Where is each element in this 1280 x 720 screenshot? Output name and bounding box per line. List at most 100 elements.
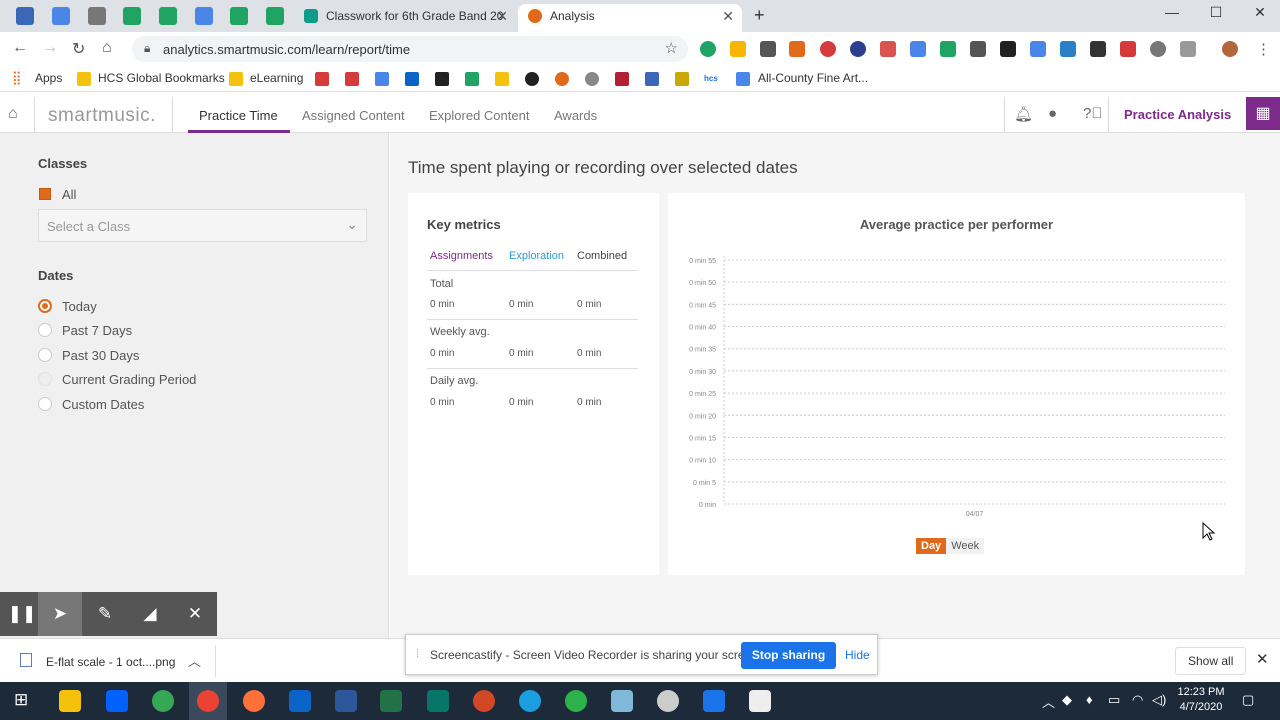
smartmusic-icon[interactable]: [555, 72, 569, 86]
close-window-button[interactable]: ✕: [1242, 4, 1278, 21]
app-icon[interactable]: [525, 72, 539, 86]
drive-icon[interactable]: [465, 72, 479, 86]
gmail-icon[interactable]: [345, 72, 359, 86]
extension-icon[interactable]: [1000, 41, 1016, 57]
sheets-icon[interactable]: [230, 7, 248, 25]
tab-analysis[interactable]: Analysis ✕: [518, 4, 742, 32]
chevron-up-icon[interactable]: ︿: [1042, 692, 1055, 711]
pen-icon[interactable]: ✎: [83, 592, 127, 636]
outlook-icon[interactable]: [405, 72, 419, 86]
firefox-icon[interactable]: [243, 690, 265, 712]
radio-current-grading-period[interactable]: [38, 372, 52, 386]
file-explorer-icon[interactable]: [59, 690, 81, 712]
all-classes-checkbox[interactable]: [39, 188, 51, 200]
gmail-badge-icon[interactable]: [1120, 41, 1136, 57]
calendar-icon[interactable]: [375, 72, 389, 86]
help-icon[interactable]: ?⃝: [1083, 105, 1103, 122]
sheets-icon[interactable]: [123, 7, 141, 25]
back-icon[interactable]: ←: [12, 39, 28, 57]
sheets-icon[interactable]: [159, 7, 177, 25]
drag-handle-icon[interactable]: ⁞: [416, 648, 419, 660]
close-icon[interactable]: ✕: [173, 592, 217, 636]
sheets-icon[interactable]: [266, 7, 284, 25]
star-icon[interactable]: ☆: [665, 39, 678, 57]
tab-awards[interactable]: Awards: [554, 108, 597, 123]
extension-icon[interactable]: [820, 41, 836, 57]
column-exploration[interactable]: Exploration: [509, 250, 564, 262]
chrome-icon[interactable]: [152, 690, 174, 712]
tab-assigned-content[interactable]: Assigned Content: [302, 108, 405, 123]
stop-sharing-button[interactable]: Stop sharing: [741, 642, 836, 669]
extensions-puzzle-icon[interactable]: [1180, 41, 1196, 57]
practice-analysis-label[interactable]: Practice Analysis: [1124, 107, 1231, 122]
toggle-day[interactable]: Day: [916, 538, 947, 554]
radio-today[interactable]: [38, 299, 52, 313]
column-assignments[interactable]: Assignments: [430, 250, 493, 262]
chrome-icon[interactable]: [197, 690, 219, 712]
app-icon[interactable]: [611, 690, 633, 712]
dropbox-tray-icon[interactable]: ◆: [1062, 692, 1072, 708]
tab-classwork[interactable]: Classwork for 6th Grade Band 20 ✕: [294, 4, 516, 32]
menu-kebab-icon[interactable]: ⋮: [1256, 40, 1271, 58]
battery-icon[interactable]: ▭: [1108, 692, 1120, 708]
bookmark-hcs-global[interactable]: HCS Global Bookmarks: [98, 71, 225, 85]
close-icon[interactable]: ✕: [496, 4, 508, 28]
forward-icon[interactable]: →: [42, 39, 58, 57]
all-classes-label[interactable]: All: [62, 187, 76, 202]
tab-explored-content[interactable]: Explored Content: [429, 108, 529, 123]
dropbox-icon[interactable]: [106, 690, 128, 712]
powerpoint-icon[interactable]: [473, 690, 495, 712]
extension-icon[interactable]: [730, 41, 746, 57]
toggle-week[interactable]: Week: [946, 538, 985, 554]
calendar-icon[interactable]: [645, 72, 659, 86]
profile-avatar[interactable]: [1222, 41, 1238, 57]
calendar-icon[interactable]: [195, 7, 213, 25]
classroom-icon[interactable]: [675, 72, 689, 86]
radio-past-7-days[interactable]: [38, 323, 52, 337]
safari-icon[interactable]: [519, 690, 541, 712]
kami-icon[interactable]: [850, 41, 866, 57]
volume-icon[interactable]: ◁): [1152, 692, 1166, 708]
close-icon[interactable]: ✕: [722, 4, 734, 28]
date-option-today[interactable]: Today: [62, 299, 97, 314]
new-tab-button[interactable]: +: [754, 5, 765, 26]
wifi-icon[interactable]: ◠: [1132, 692, 1143, 708]
date-option-past-30-days[interactable]: Past 30 Days: [62, 348, 139, 363]
app-grid-icon[interactable]: ▦: [1246, 97, 1280, 130]
monitor-icon[interactable]: [88, 7, 106, 25]
maximize-button[interactable]: ☐: [1198, 4, 1234, 21]
class-select[interactable]: Select a Class ⌄: [38, 209, 367, 242]
docs-icon[interactable]: [52, 7, 70, 25]
column-combined[interactable]: Combined: [577, 250, 627, 262]
pdf-icon[interactable]: [435, 72, 449, 86]
photos-icon[interactable]: [749, 690, 771, 712]
extension-icon[interactable]: [1060, 41, 1076, 57]
account-icon[interactable]: ●: [1048, 105, 1057, 122]
outlook-icon[interactable]: [289, 690, 311, 712]
reload-icon[interactable]: ↻: [72, 39, 85, 59]
onedrive-icon[interactable]: [703, 690, 725, 712]
bookmark-all-county[interactable]: All-County Fine Art...: [758, 71, 868, 85]
word-icon[interactable]: [335, 690, 357, 712]
smartmusic-logo[interactable]: smartmusic.: [48, 105, 156, 127]
bell-icon[interactable]: 🔔︎: [1014, 105, 1033, 123]
new-badge-icon[interactable]: [789, 41, 805, 57]
home-icon[interactable]: ⌂: [8, 105, 18, 123]
close-icon[interactable]: ✕: [1256, 650, 1269, 668]
radio-custom-dates[interactable]: [38, 397, 52, 411]
chevron-up-icon[interactable]: ︿: [188, 651, 201, 670]
extension-icon[interactable]: [880, 41, 896, 57]
extension-icon[interactable]: [940, 41, 956, 57]
date-option-custom-dates[interactable]: Custom Dates: [62, 397, 144, 412]
tab-practice-time[interactable]: Practice Time: [199, 108, 278, 123]
hide-link[interactable]: Hide: [845, 648, 870, 662]
show-all-button[interactable]: Show all: [1175, 647, 1247, 675]
extension-icon[interactable]: [700, 41, 716, 57]
cursor-icon[interactable]: ➤: [38, 592, 82, 636]
download-filename[interactable]: E-flat scale - 1 oct....png: [46, 655, 175, 669]
bookmark-apps[interactable]: Apps: [35, 71, 62, 85]
paint-icon[interactable]: [657, 690, 679, 712]
excel-icon[interactable]: [380, 690, 402, 712]
flag-icon[interactable]: [615, 72, 629, 86]
screencastify-icon[interactable]: [1090, 41, 1106, 57]
